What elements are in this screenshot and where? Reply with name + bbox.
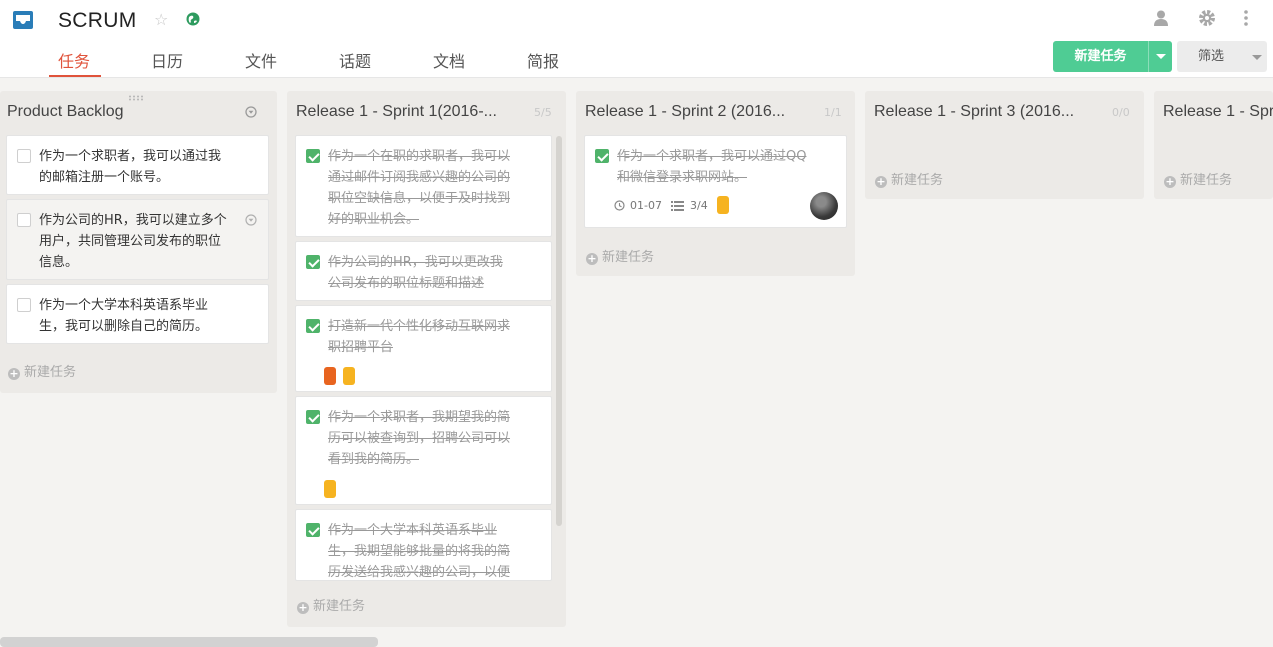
task-title: 作为公司的HR，我可以更改我 公司发布的职位标题和描述 (328, 255, 503, 291)
plus-circle-icon: + (586, 252, 598, 265)
column-product-backlog: Product Backlog 作为一个求职者，我可以通过我 的邮箱注册一个账号。… (0, 91, 277, 393)
user-icon[interactable] (1151, 8, 1171, 28)
task-checkbox-checked[interactable] (306, 149, 320, 163)
plus-circle-icon: + (875, 175, 887, 188)
tab-reports[interactable]: 简报 (527, 48, 559, 78)
tag-yellow[interactable] (343, 367, 355, 385)
project-tabs: 任务 日历 文件 话题 文档 简报 (0, 44, 700, 78)
task-card[interactable]: 作为一个大学本科英语系毕业 生，我可以删除自己的简历。 (6, 284, 269, 344)
star-icon[interactable]: ☆ (154, 10, 168, 29)
task-card[interactable]: 作为公司的HR，我可以建立多个 用户，共同管理公司发布的职位 信息。 (6, 199, 269, 280)
task-card[interactable]: 作为一个求职者，我期望我的简 历可以被查询到，招聘公司可以 看到我的简历。 (295, 396, 552, 505)
add-task-link[interactable]: + 新建任务 (8, 361, 76, 380)
column-title[interactable]: Product Backlog (7, 103, 124, 121)
tab-tasks[interactable]: 任务 (58, 48, 90, 78)
task-card[interactable]: 作为一个大学本科英语系毕业 生，我期望能够批量的将我的简 历发送给我感兴趣的公司，以… (295, 509, 552, 581)
gear-icon[interactable] (1197, 8, 1217, 28)
plus-circle-icon: + (297, 601, 309, 614)
column-title[interactable]: Release 1 - Sprint 3 (2016... (874, 103, 1074, 121)
task-title: 作为一个大学本科英语系毕业 生，我可以删除自己的简历。 (39, 298, 209, 334)
subtask-list-icon (671, 201, 684, 211)
inbox-tray-icon[interactable] (11, 8, 35, 32)
task-title: 作为一个求职者，我期望我的简 历可以被查询到，招聘公司可以 看到我的简历。 (328, 410, 511, 467)
plus-circle-icon: + (1164, 175, 1176, 188)
avatar[interactable] (810, 192, 838, 220)
task-checkbox[interactable] (17, 298, 31, 312)
task-checkbox-checked[interactable] (306, 410, 320, 424)
column-count: 1/1 (824, 106, 842, 119)
column-scrollbar[interactable] (556, 136, 562, 526)
chevron-down-icon[interactable] (1252, 55, 1262, 60)
tag-yellow[interactable] (717, 196, 729, 214)
subtask-progress: 3/4 (690, 199, 708, 212)
column-title[interactable]: Release 1 - Sprint 1(2016-... (296, 103, 497, 121)
card-menu-icon[interactable] (245, 214, 257, 226)
task-title: 作为一个大学本科英语系毕业 生，我期望能够批量的将我的简 历发送给我感兴趣的公司，以… (328, 523, 511, 580)
column-sprint-next: Release 1 - Spr + 新建任务 (1154, 91, 1273, 199)
column-menu-icon[interactable] (245, 106, 257, 118)
board-horizontal-scrollbar[interactable] (0, 637, 378, 647)
tab-files[interactable]: 文件 (245, 48, 277, 78)
button-divider (1148, 41, 1149, 72)
active-tab-indicator (49, 75, 101, 77)
task-card[interactable]: 作为公司的HR，我可以更改我 公司发布的职位标题和描述 (295, 241, 552, 301)
column-count: 0/0 (1112, 106, 1130, 119)
more-vertical-icon[interactable] (1236, 8, 1256, 28)
tab-calendar[interactable]: 日历 (151, 48, 183, 78)
tag-red[interactable] (324, 367, 336, 385)
project-header: SCRUM ☆ 任务 日历 文件 话题 文档 简报 新建任务 筛选 (0, 0, 1273, 78)
task-checkbox-checked[interactable] (595, 149, 609, 163)
task-checkbox[interactable] (17, 149, 31, 163)
globe-icon[interactable] (186, 12, 200, 26)
new-task-button[interactable]: 新建任务 (1053, 41, 1172, 72)
task-title: 打造新一代个性化移动互联网求 职招聘平台 (328, 319, 511, 355)
tab-topics[interactable]: 话题 (339, 48, 371, 78)
task-card[interactable]: 作为一个求职者，我可以通过QQ 和微信登录求职网站。 01-07 3/4 (584, 135, 847, 228)
task-checkbox-checked[interactable] (306, 523, 320, 537)
task-checkbox-checked[interactable] (306, 319, 320, 333)
task-checkbox[interactable] (17, 213, 31, 227)
task-title: 作为公司的HR，我可以建立多个 用户，共同管理公司发布的职位 信息。 (39, 213, 227, 270)
plus-circle-icon: + (8, 367, 20, 380)
due-date: 01-07 (630, 199, 662, 212)
task-card[interactable]: 打造新一代个性化移动互联网求 职招聘平台 (295, 305, 552, 392)
drag-handle-icon[interactable] (128, 95, 146, 101)
add-task-link[interactable]: + 新建任务 (1164, 169, 1232, 188)
task-title: 作为一个求职者，我可以通过QQ 和微信登录求职网站。 (617, 149, 807, 185)
filter-button-label: 筛选 (1197, 49, 1224, 64)
column-title[interactable]: Release 1 - Spr (1163, 103, 1273, 121)
column-sprint-1: Release 1 - Sprint 1(2016-... 5/5 作为一个在职… (287, 91, 566, 627)
tag-yellow[interactable] (324, 480, 336, 498)
column-sprint-3: Release 1 - Sprint 3 (2016... 0/0 + 新建任务 (865, 91, 1144, 199)
task-checkbox-checked[interactable] (306, 255, 320, 269)
add-task-link[interactable]: + 新建任务 (297, 595, 365, 614)
project-title[interactable]: SCRUM (58, 9, 137, 33)
chevron-down-icon[interactable] (1156, 54, 1166, 59)
task-card[interactable]: 作为一个求职者，我可以通过我 的邮箱注册一个账号。 (6, 135, 269, 195)
add-task-link[interactable]: + 新建任务 (875, 169, 943, 188)
column-count: 5/5 (534, 106, 552, 119)
clock-icon (614, 200, 625, 211)
column-sprint-2: Release 1 - Sprint 2 (2016... 1/1 作为一个求职… (576, 91, 855, 276)
new-task-button-label: 新建任务 (1074, 49, 1127, 64)
filter-button[interactable]: 筛选 (1177, 41, 1267, 72)
task-card[interactable]: 作为一个在职的求职者，我可以 通过邮件订阅我感兴趣的公司的 职位空缺信息，以便于及时… (295, 135, 552, 237)
task-title: 作为一个在职的求职者，我可以 通过邮件订阅我感兴趣的公司的 职位空缺信息，以便于及时… (328, 149, 511, 227)
tab-documents[interactable]: 文档 (433, 48, 465, 78)
add-task-link[interactable]: + 新建任务 (586, 246, 654, 265)
column-title[interactable]: Release 1 - Sprint 2 (2016... (585, 103, 785, 121)
task-title: 作为一个求职者，我可以通过我 的邮箱注册一个账号。 (39, 149, 222, 185)
